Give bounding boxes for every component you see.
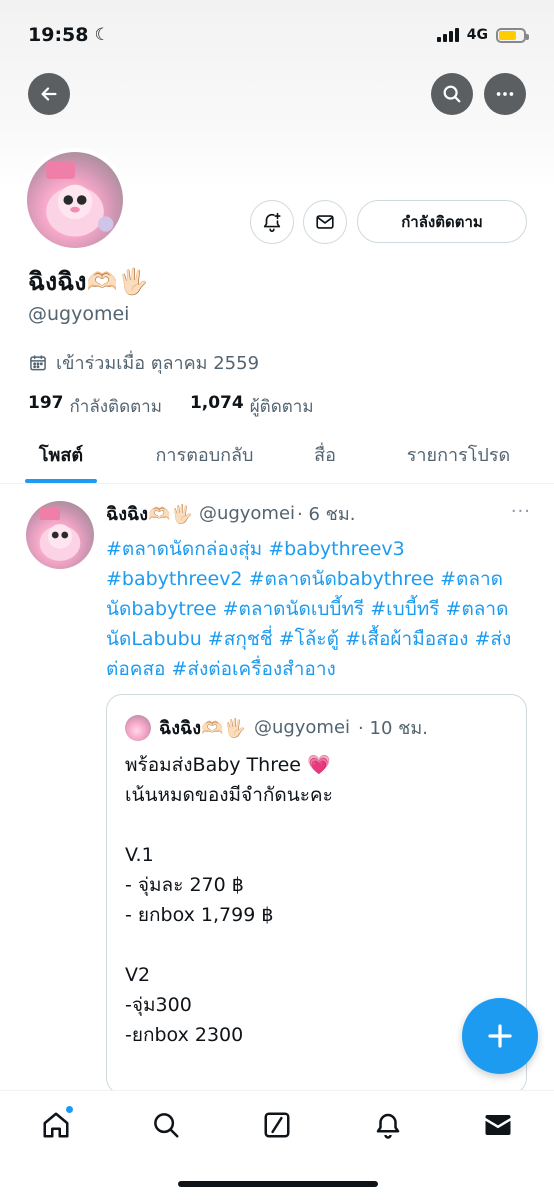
battery-icon xyxy=(496,27,529,43)
search-button[interactable] xyxy=(431,73,473,115)
message-button[interactable] xyxy=(303,200,347,244)
profile-tabs: โพสต์ การตอบกลับ สื่อ รายการโปรด xyxy=(0,426,554,484)
compose-button[interactable] xyxy=(462,998,538,1074)
home-indicator xyxy=(178,1181,378,1187)
status-time: 19:58 ☾ xyxy=(28,24,110,46)
quoted-tweet-avatar xyxy=(125,714,151,741)
grok-icon xyxy=(264,1112,290,1138)
bell-icon xyxy=(376,1113,400,1139)
back-button[interactable] xyxy=(28,73,70,115)
tweet-header: ฉิงฉิง🫶🏻🖐🏻 @ugyomei · 6 ชม. xyxy=(106,499,531,528)
home-icon xyxy=(43,1112,69,1138)
arrow-left-icon xyxy=(41,87,57,101)
nav-home[interactable] xyxy=(38,1105,74,1143)
tweet-body: ฉิงฉิง🫶🏻🖐🏻 @ugyomei · 6 ชม. ··· #ตลาดนัด… xyxy=(106,499,531,1090)
plus-icon xyxy=(488,1024,512,1048)
more-icon xyxy=(496,92,514,96)
tab-replies[interactable]: การตอบกลับ xyxy=(122,426,287,483)
quoted-tweet-text: พร้อมส่งBaby Three 💗 เน้นหมดของมีจำกัดนะ… xyxy=(125,754,333,1046)
followers-count[interactable]: 1,074 xyxy=(190,393,244,420)
home-notification-dot xyxy=(65,1105,74,1114)
following-count[interactable]: 197 xyxy=(28,393,64,420)
avatar-image xyxy=(39,507,81,561)
tweet[interactable]: ฉิงฉิง🫶🏻🖐🏻 @ugyomei · 6 ชม. ··· #ตลาดนัด… xyxy=(0,485,554,1090)
notify-button[interactable] xyxy=(250,200,294,244)
tweet-text[interactable]: #ตลาดนัดกล่องสุ่ม #babythreev3 #babythre… xyxy=(106,534,531,684)
tab-media[interactable]: สื่อ xyxy=(287,426,363,483)
profile-avatar[interactable] xyxy=(23,148,127,252)
network-label: 4G xyxy=(466,27,488,43)
search-icon xyxy=(154,1113,179,1138)
envelope-icon xyxy=(485,1115,511,1135)
profile-name: ฉิงฉิง🫶🏻🖐🏻 xyxy=(28,267,149,296)
quoted-tweet-time: · 10 ชม. xyxy=(358,718,428,739)
profile-handle: @ugyomei xyxy=(28,303,130,325)
tab-posts[interactable]: โพสต์ xyxy=(0,426,122,483)
nav-messages[interactable] xyxy=(480,1107,516,1143)
status-indicators: 4G xyxy=(436,27,529,43)
quoted-tweet-header: ฉิงฉิง🫶🏻🖐🏻 @ugyomei · 10 ชม. xyxy=(125,713,508,742)
more-button[interactable] xyxy=(484,73,526,115)
quoted-author-name: ฉิงฉิง🫶🏻🖐🏻 xyxy=(159,718,246,739)
tab-likes[interactable]: รายการโปรด xyxy=(363,426,554,483)
followers-label[interactable]: ผู้ติดตาม xyxy=(250,393,314,420)
nav-search[interactable] xyxy=(148,1107,184,1143)
search-icon xyxy=(443,85,461,103)
follow-stats: 197 กำลังติดตาม 1,074 ผู้ติดตาม xyxy=(28,393,314,420)
tweet-time: · 6 ชม. xyxy=(297,504,356,525)
following-button[interactable]: กำลังติดตาม xyxy=(357,200,527,243)
tweet-author-handle[interactable]: @ugyomei xyxy=(199,503,295,524)
quoted-author-handle: @ugyomei xyxy=(253,717,351,738)
avatar-image xyxy=(46,161,114,237)
tweet-author-name[interactable]: ฉิงฉิง🫶🏻🖐🏻 xyxy=(106,499,193,528)
status-bar: 19:58 ☾ 4G xyxy=(0,0,554,70)
joined-date: เข้าร่วมเมื่อ ตุลาคม 2559 xyxy=(28,348,259,377)
signal-icon xyxy=(436,28,459,42)
following-label[interactable]: กำลังติดตาม xyxy=(70,393,162,420)
calendar-icon xyxy=(30,355,46,370)
nav-notifications[interactable] xyxy=(370,1107,406,1143)
moon-icon: ☾ xyxy=(94,25,110,45)
tweet-more-icon[interactable]: ··· xyxy=(511,501,531,522)
envelope-icon xyxy=(316,215,334,229)
tweet-avatar[interactable] xyxy=(26,501,94,569)
nav-grok[interactable] xyxy=(259,1107,295,1143)
bell-plus-icon xyxy=(263,212,281,232)
